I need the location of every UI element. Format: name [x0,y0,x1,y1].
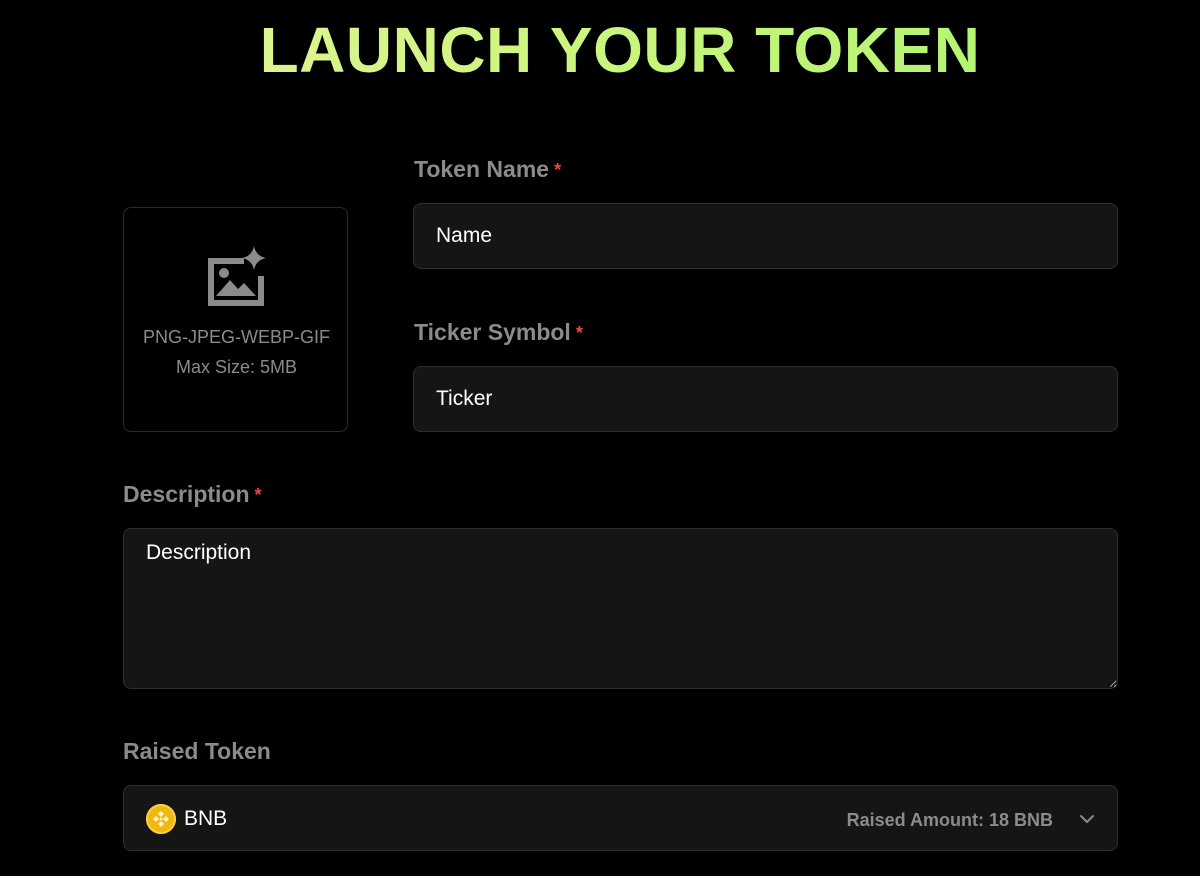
token-name-label: Token Name * [414,154,561,186]
description-textarea[interactable] [123,528,1118,689]
required-marker: * [575,323,583,343]
page-title: LAUNCH YOUR TOKEN [0,12,1200,88]
description-label-text: Description [123,481,250,507]
raised-token-selected-value: BNB [184,807,228,830]
upload-formats-text: PNG-JPEG-WEBP-GIF [142,327,330,347]
raised-token-select[interactable]: BNB Raised Amount: 18 BNB [123,785,1118,851]
required-marker: * [254,485,262,505]
launch-token-page: LAUNCH YOUR TOKEN PNG-JPEG-WEBP-GIF Max … [0,0,1200,876]
raised-token-label-text: Raised Token [123,738,271,764]
raised-amount-text: Raised Amount: 18 BNB [846,810,1053,830]
token-name-input[interactable] [413,203,1118,269]
chevron-down-icon [1080,815,1094,823]
image-upload-dropzone[interactable]: PNG-JPEG-WEBP-GIF Max Size: 5MB [123,207,348,432]
ticker-symbol-label: Ticker Symbol * [414,317,583,349]
token-name-label-text: Token Name [414,156,550,182]
required-marker: * [554,160,562,180]
upload-max-size-text: Max Size: 5MB [175,357,298,377]
ticker-symbol-label-text: Ticker Symbol [414,319,571,345]
raised-token-label: Raised Token [123,736,271,766]
image-add-icon [208,246,266,306]
ticker-symbol-input[interactable] [413,366,1118,432]
bnb-coin-icon [146,804,176,834]
description-label: Description * [123,479,262,511]
